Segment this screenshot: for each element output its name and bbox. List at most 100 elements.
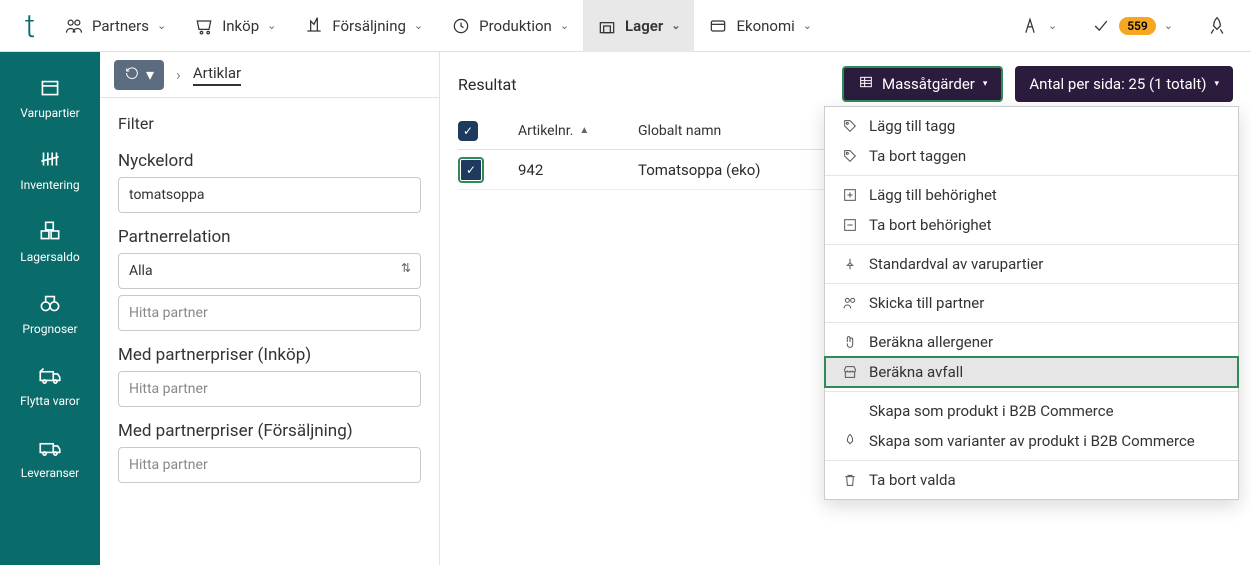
chevron-down-icon: ⌄ [671, 19, 680, 32]
stock-icon [37, 218, 63, 244]
menu-create-product-b2b[interactable]: Skapa som produkt i B2B Commerce [825, 396, 1238, 426]
partnerprice-out-input[interactable] [118, 447, 421, 483]
sidebar-item-label: Varupartier [20, 106, 79, 120]
nav-forsaljning[interactable]: Försäljning ⌄ [290, 0, 437, 52]
chevron-down-icon: ⌄ [267, 19, 276, 32]
sidebar-item-lagersaldo[interactable]: Lagersaldo [0, 206, 100, 278]
economy-icon [708, 16, 728, 36]
sidebar-item-inventering[interactable]: Inventering [0, 134, 100, 206]
binoculars-icon [37, 290, 63, 316]
col-artikelnr[interactable]: Artikelnr. ▲ [518, 123, 638, 139]
filter-column: ▾ › Artiklar Filter Nyckelord Partnerrel… [100, 52, 440, 565]
check-icon [1091, 16, 1111, 36]
pin-icon [841, 255, 859, 273]
history-button[interactable]: ▾ [114, 60, 164, 90]
row-checkbox[interactable]: ✓ [458, 157, 484, 183]
chevron-down-icon: ⌄ [560, 19, 569, 32]
plus-square-icon [841, 186, 859, 204]
nav-launch[interactable] [1193, 0, 1241, 52]
partnerrel-label: Partnerrelation [118, 227, 421, 247]
mass-label: Massåtgärder [882, 75, 975, 93]
nav-inkop[interactable]: Inköp ⌄ [180, 0, 290, 52]
partnerprice-in-input[interactable] [118, 371, 421, 407]
nav-label: Produktion [479, 17, 552, 35]
chevron-down-icon: ▾ [146, 65, 154, 84]
chevron-down-icon: ⌄ [803, 19, 812, 32]
partnerrel-select[interactable]: Alla [118, 253, 421, 289]
nav-label: Försäljning [332, 17, 406, 35]
pager-label: Antal per sida: 25 (1 totalt) [1029, 75, 1206, 93]
tally-icon [37, 146, 63, 172]
menu-send-partner[interactable]: Skicka till partner [825, 288, 1238, 318]
tag-icon [841, 147, 859, 165]
nav-lager[interactable]: Lager ⌄ [583, 0, 694, 52]
mass-actions-button[interactable]: Massåtgärder ▾ [842, 66, 1003, 102]
box-icon [37, 74, 63, 100]
menu-default-batches[interactable]: Standardval av varupartier [825, 249, 1238, 279]
nav-produktion[interactable]: Produktion ⌄ [437, 0, 583, 52]
partnerprice-in-label: Med partnerpriser (Inköp) [118, 345, 421, 365]
sidebar-item-varupartier[interactable]: Varupartier [0, 62, 100, 134]
chevron-down-icon: ▾ [1214, 79, 1219, 89]
task-badge: 559 [1119, 17, 1156, 35]
nav-activity[interactable]: ⌄ [1006, 0, 1071, 52]
chevron-down-icon: ⌄ [157, 19, 166, 32]
chevron-down-icon: ⌄ [1048, 19, 1057, 32]
rocket-icon [1207, 16, 1227, 36]
activity-icon [1020, 16, 1040, 36]
menu-create-variants-b2b[interactable]: Skapa som varianter av produkt i B2B Com… [825, 426, 1238, 456]
tag-icon [841, 117, 859, 135]
menu-remove-tag[interactable]: Ta bort taggen [825, 141, 1238, 171]
cart-icon [194, 16, 214, 36]
menu-remove-permission[interactable]: Ta bort behörighet [825, 210, 1238, 240]
sidebar-item-label: Flytta varor [20, 394, 80, 408]
nav-ekonomi[interactable]: Ekonomi ⌄ [694, 0, 826, 52]
sidebar-item-label: Inventering [20, 178, 79, 192]
nav-tasks[interactable]: 559 ⌄ [1077, 0, 1187, 52]
filter-title: Filter [100, 98, 439, 141]
table-icon [858, 74, 874, 94]
logo: t [10, 7, 50, 45]
select-all-checkbox[interactable]: ✓ [458, 121, 478, 141]
sidebar-item-prognoser[interactable]: Prognoser [0, 278, 100, 350]
send-icon [841, 294, 859, 312]
chevron-down-icon: ⌄ [1164, 19, 1173, 32]
breadcrumb-current: Artiklar [193, 64, 241, 86]
partnerprice-out-label: Med partnerpriser (Försäljning) [118, 421, 421, 441]
truck-icon [37, 434, 63, 460]
nav-items: Partners ⌄ Inköp ⌄ Försäljning ⌄ Produkt… [50, 0, 1006, 52]
chevron-right-icon: › [176, 65, 181, 84]
sidebar-item-flytta[interactable]: Flytta varor [0, 350, 100, 422]
rocket-icon [841, 432, 859, 450]
trash-icon [841, 471, 859, 489]
sidebar-item-label: Lagersaldo [20, 250, 79, 264]
nav-right: ⌄ 559 ⌄ [1006, 0, 1241, 52]
result-column: Resultat Massåtgärder ▾ Antal per sida: … [440, 52, 1251, 565]
rocket-icon [841, 402, 859, 420]
nav-label: Inköp [222, 17, 259, 35]
mass-actions-menu: Lägg till tagg Ta bort taggen Lägg till … [824, 106, 1239, 500]
menu-add-tag[interactable]: Lägg till tagg [825, 111, 1238, 141]
pager-button[interactable]: Antal per sida: 25 (1 totalt) ▾ [1015, 66, 1233, 102]
menu-delete-selected[interactable]: Ta bort valda [825, 465, 1238, 495]
sidebar-item-label: Prognoser [22, 322, 77, 336]
cell-artikelnr: 942 [518, 161, 638, 179]
chevron-down-icon: ⌄ [414, 19, 423, 32]
menu-calc-allergens[interactable]: Beräkna allergener [825, 327, 1238, 357]
menu-calc-waste[interactable]: Beräkna avfall [825, 357, 1238, 387]
sale-icon [304, 16, 324, 36]
nav-partners[interactable]: Partners ⌄ [50, 0, 180, 52]
keyword-label: Nyckelord [118, 151, 421, 171]
partner-search-input[interactable] [118, 295, 421, 331]
sort-icon: ▲ [579, 125, 589, 136]
partners-icon [64, 16, 84, 36]
nav-label: Lager [625, 17, 663, 35]
nav-label: Ekonomi [736, 17, 794, 35]
sidebar-item-leveranser[interactable]: Leveranser [0, 422, 100, 494]
top-nav: t Partners ⌄ Inköp ⌄ Försäljning ⌄ Produ… [0, 0, 1251, 52]
keyword-input[interactable] [118, 177, 421, 213]
menu-add-permission[interactable]: Lägg till behörighet [825, 180, 1238, 210]
history-icon [124, 65, 140, 85]
production-icon [451, 16, 471, 36]
store-icon [841, 363, 859, 381]
